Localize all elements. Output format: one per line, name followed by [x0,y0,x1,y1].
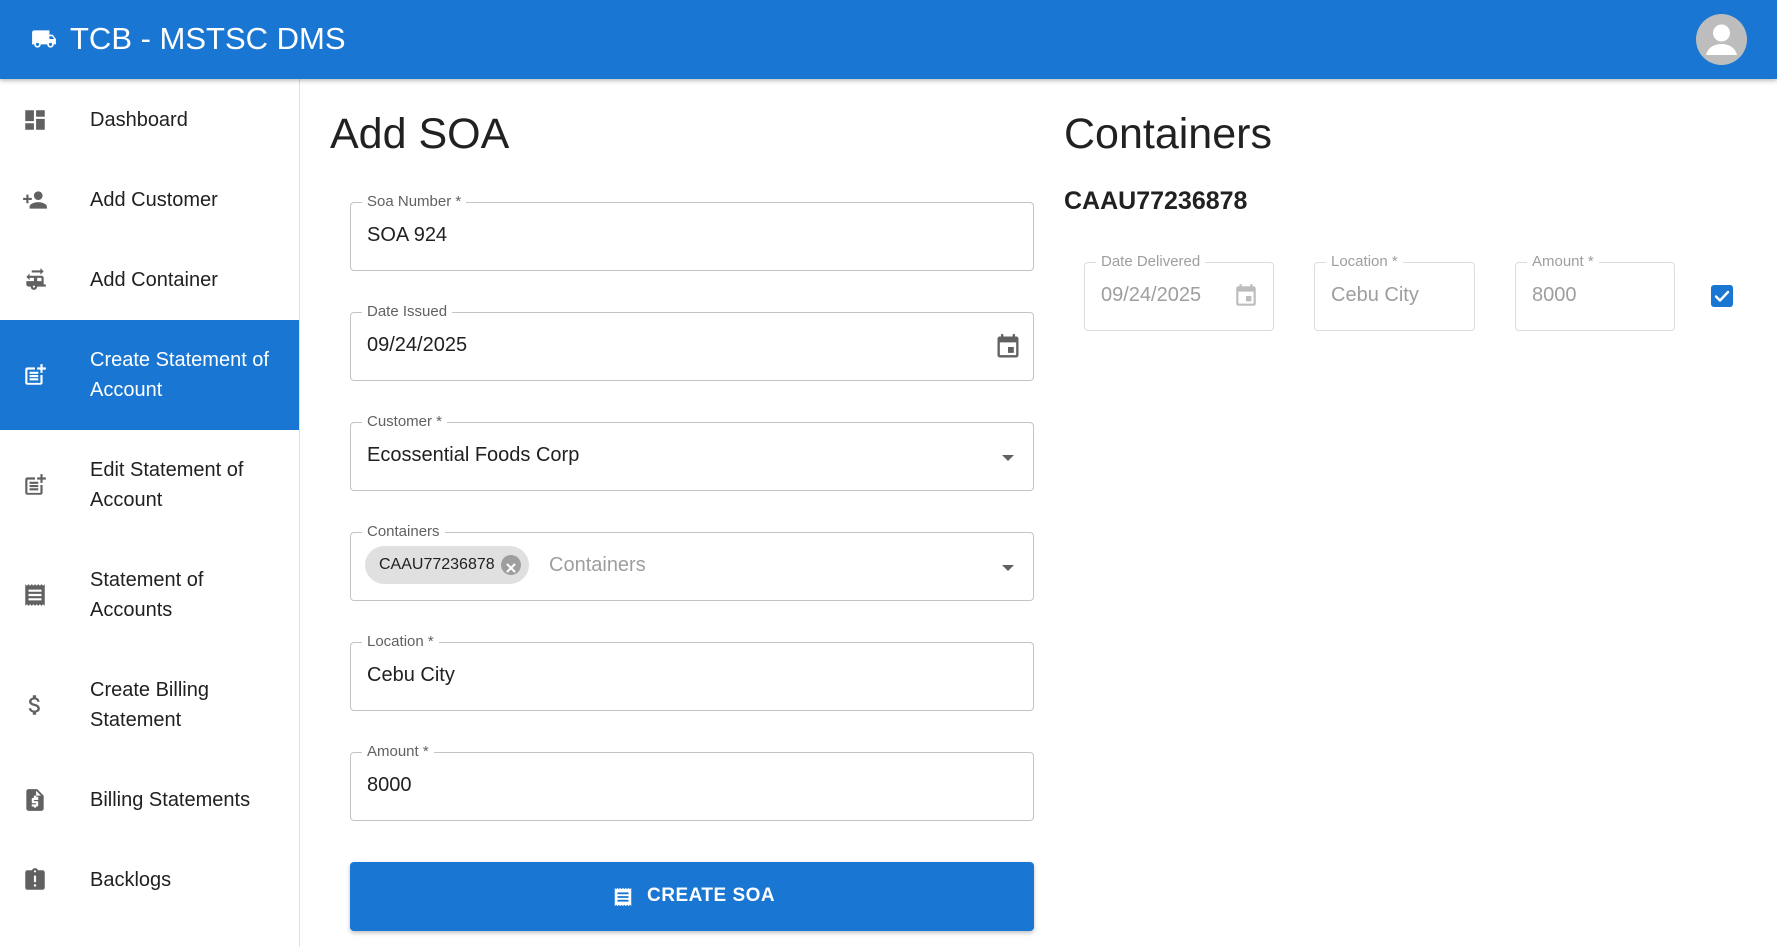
field-label: Customer * [362,413,448,431]
containers-title: Containers [1064,110,1272,158]
sidebar-item-create-billing[interactable]: Create Billing Statement [0,650,299,760]
sidebar-item-label: Statement of Accounts [90,569,204,621]
calendar-icon[interactable] [994,333,1022,361]
rv-hookup-icon [26,268,46,290]
sidebar-item-statement-of-accounts[interactable]: Statement of Accounts [0,540,299,650]
location-field[interactable]: Location * Cebu City [350,633,1034,711]
field-value: 09/24/2025 [1101,284,1202,306]
account-avatar-button[interactable] [1696,14,1747,65]
dashboard-icon [25,110,45,130]
field-label: Amount * [362,743,434,761]
sidebar-item-create-statement[interactable]: Create Statement of Account [0,320,299,430]
sidebar-item-backlogs[interactable]: Backlogs [0,840,299,920]
field-label: Containers [362,523,445,541]
sidebar-item-label: Backlogs [90,869,172,891]
post-add-icon [25,364,46,385]
field-value: Cebu City [367,664,455,686]
sidebar-item-edit-statement[interactable]: Edit Statement of Account [0,430,299,540]
sidebar-item-add-customer[interactable]: Add Customer [0,161,299,239]
field-value: SOA 924 [367,224,448,246]
sidebar-item-label: Edit Statement of Account [90,459,244,511]
field-label: Location * [362,633,439,651]
person-add-icon [23,191,47,209]
field-value: 09/24/2025 [367,334,468,356]
receipt-icon [25,584,45,606]
containers-select[interactable]: Containers CAAU77236878 Containers [350,523,1034,601]
sidebar-item-label: Create Statement of Account [90,349,269,401]
dollar-icon [28,695,40,715]
containers-placeholder: Containers [549,554,646,576]
create-soa-button[interactable]: CREATE SOA [350,862,1034,931]
calendar-icon [1236,284,1256,306]
container-location-field: Location * Cebu City [1314,253,1475,331]
app-title: TCB - MSTSC DMS [70,21,346,56]
chip-label: CAAU77236878 [379,556,495,573]
button-label: CREATE SOA [647,885,776,906]
field-label: Date Delivered [1096,253,1206,271]
container-amount-field: Amount * 8000 [1515,253,1675,331]
sidebar-item-dashboard[interactable]: Dashboard [0,79,299,161]
sidebar-item-label: Billing Statements [90,789,251,811]
field-value: 8000 [1532,284,1577,306]
container-id: CAAU77236878 [1064,187,1248,215]
customer-select[interactable]: Customer * Ecossential Foods Corp [350,413,1034,491]
amount-field[interactable]: Amount * 8000 [350,743,1034,821]
date-issued-field[interactable]: Date Issued 09/24/2025 [350,303,1034,381]
field-label: Date Issued [362,303,453,321]
app-bar: TCB - MSTSC DMS [0,0,1777,79]
post-add-icon [25,474,46,495]
check-icon [1714,290,1730,302]
field-label: Amount * [1527,253,1599,271]
chevron-down-icon[interactable] [1002,455,1014,461]
chevron-down-icon[interactable] [1002,565,1014,571]
assignment-late-icon [25,868,45,890]
field-label: Soa Number * [362,193,467,211]
sidebar-item-label: Create Billing Statement [90,679,209,731]
request-quote-icon [26,789,44,811]
field-label: Location * [1326,253,1403,271]
field-value: Cebu City [1331,284,1419,306]
sidebar-item-billing-statements[interactable]: Billing Statements [0,760,299,840]
sidebar: Dashboard Add Customer Add Container Cre… [0,79,300,947]
truck-icon [32,30,56,48]
receipt-icon [614,887,632,907]
field-value: 8000 [367,774,412,796]
account-circle-icon [1706,24,1737,55]
cancel-icon[interactable] [500,555,521,575]
date-delivered-field: Date Delivered 09/24/2025 [1084,253,1274,331]
field-value: Ecossential Foods Corp [367,444,580,466]
sidebar-item-label: Add Container [90,269,218,291]
sidebar-item-label: Dashboard [90,109,188,131]
soa-number-field[interactable]: Soa Number * SOA 924 [350,193,1034,271]
sidebar-item-add-container[interactable]: Add Container [0,239,299,320]
container-checkbox[interactable] [1711,285,1733,307]
container-chip[interactable]: CAAU77236878 [365,546,529,584]
sidebar-item-label: Add Customer [90,189,218,211]
page-title: Add SOA [330,110,510,158]
